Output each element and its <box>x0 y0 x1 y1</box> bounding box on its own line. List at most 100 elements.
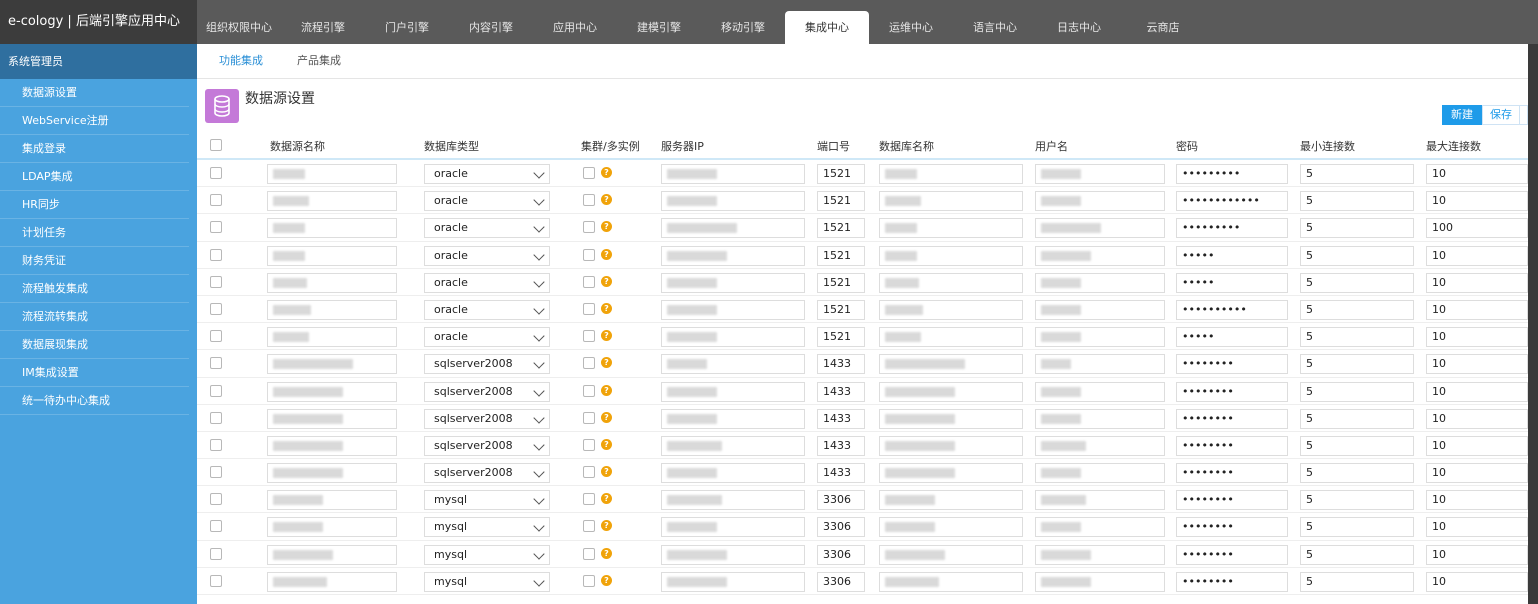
password-field[interactable]: •••••••••• <box>1176 299 1288 320</box>
ip-field[interactable] <box>661 327 805 348</box>
ip-field[interactable] <box>661 299 805 320</box>
max-conn-field[interactable]: 100 <box>1426 218 1528 239</box>
port-field[interactable]: 1433 <box>817 354 865 375</box>
port-field[interactable]: 1433 <box>817 381 865 402</box>
top-tab[interactable]: 建模引擎 <box>617 0 701 44</box>
row-checkbox[interactable] <box>210 167 222 179</box>
db-type-select[interactable]: mysql <box>424 544 550 565</box>
top-tab[interactable]: 集成中心 <box>785 11 869 44</box>
port-field[interactable]: 1521 <box>817 245 865 266</box>
db-name-field[interactable] <box>879 191 1023 212</box>
help-icon[interactable]: ? <box>601 493 612 505</box>
max-conn-field[interactable]: 10 <box>1426 517 1528 538</box>
db-name-field[interactable] <box>879 490 1023 511</box>
db-name-field[interactable] <box>879 408 1023 429</box>
max-conn-field[interactable]: 10 <box>1426 191 1528 212</box>
password-field[interactable]: ••••••••• <box>1176 218 1288 239</box>
sidebar-item[interactable]: 集成登录 <box>0 135 189 163</box>
max-conn-field[interactable]: 10 <box>1426 381 1528 402</box>
save-button[interactable]: 保存 <box>1482 105 1520 125</box>
password-field[interactable]: •••••••• <box>1176 408 1288 429</box>
name-field[interactable] <box>267 463 397 484</box>
user-field[interactable] <box>1035 408 1165 429</box>
db-name-field[interactable] <box>879 571 1023 592</box>
more-button[interactable] <box>1520 105 1528 125</box>
db-type-select[interactable]: mysql <box>424 571 550 592</box>
help-icon[interactable]: ? <box>601 574 612 586</box>
name-field[interactable] <box>267 354 397 375</box>
port-field[interactable]: 1521 <box>817 164 865 184</box>
min-conn-field[interactable]: 5 <box>1300 354 1414 375</box>
row-checkbox[interactable] <box>210 302 222 315</box>
name-field[interactable] <box>267 435 397 456</box>
min-conn-field[interactable]: 5 <box>1300 164 1414 184</box>
name-field[interactable] <box>267 544 397 565</box>
cluster-checkbox[interactable] <box>583 194 595 207</box>
user-field[interactable] <box>1035 354 1165 375</box>
help-icon[interactable]: ? <box>601 221 612 233</box>
user-field[interactable] <box>1035 463 1165 484</box>
cluster-checkbox[interactable] <box>583 167 595 179</box>
name-field[interactable] <box>267 408 397 429</box>
help-icon[interactable]: ? <box>601 438 612 450</box>
help-icon[interactable]: ? <box>601 520 612 532</box>
name-field[interactable] <box>267 327 397 348</box>
top-tab[interactable]: 日志中心 <box>1037 0 1121 44</box>
max-conn-field[interactable]: 10 <box>1426 544 1528 565</box>
name-field[interactable] <box>267 490 397 511</box>
db-name-field[interactable] <box>879 218 1023 239</box>
db-name-field[interactable] <box>879 435 1023 456</box>
user-field[interactable] <box>1035 191 1165 212</box>
cluster-checkbox[interactable] <box>583 520 595 533</box>
cluster-checkbox[interactable] <box>583 547 595 560</box>
max-conn-field[interactable]: 10 <box>1426 164 1528 184</box>
ip-field[interactable] <box>661 571 805 592</box>
ip-field[interactable] <box>661 218 805 239</box>
max-conn-field[interactable]: 10 <box>1426 435 1528 456</box>
max-conn-field[interactable]: 10 <box>1426 571 1528 592</box>
db-name-field[interactable] <box>879 299 1023 320</box>
port-field[interactable]: 3306 <box>817 571 865 592</box>
max-conn-field[interactable]: 10 <box>1426 245 1528 266</box>
ip-field[interactable] <box>661 544 805 565</box>
user-field[interactable] <box>1035 299 1165 320</box>
db-type-select[interactable]: sqlserver2008 <box>424 381 550 402</box>
ip-field[interactable] <box>661 272 805 293</box>
row-checkbox[interactable] <box>210 275 222 288</box>
top-tab[interactable]: 流程引擎 <box>281 0 365 44</box>
user-field[interactable] <box>1035 435 1165 456</box>
ip-field[interactable] <box>661 490 805 511</box>
min-conn-field[interactable]: 5 <box>1300 245 1414 266</box>
row-checkbox[interactable] <box>210 411 222 424</box>
user-field[interactable] <box>1035 164 1165 184</box>
db-type-select[interactable]: oracle <box>424 299 550 320</box>
port-field[interactable]: 1433 <box>817 408 865 429</box>
ip-field[interactable] <box>661 408 805 429</box>
ip-field[interactable] <box>661 354 805 375</box>
db-name-field[interactable] <box>879 164 1023 184</box>
select-all-checkbox[interactable] <box>210 139 222 151</box>
password-field[interactable]: •••••••• <box>1176 354 1288 375</box>
user-field[interactable] <box>1035 517 1165 538</box>
db-name-field[interactable] <box>879 544 1023 565</box>
ip-field[interactable] <box>661 381 805 402</box>
user-field[interactable] <box>1035 218 1165 239</box>
port-field[interactable]: 1433 <box>817 435 865 456</box>
max-conn-field[interactable]: 10 <box>1426 272 1528 293</box>
cluster-checkbox[interactable] <box>583 466 595 479</box>
cluster-checkbox[interactable] <box>583 493 595 506</box>
sidebar-item[interactable]: 财务凭证 <box>0 247 189 275</box>
db-type-select[interactable]: mysql <box>424 517 550 538</box>
help-icon[interactable]: ? <box>601 194 612 206</box>
password-field[interactable]: ••••••••• <box>1176 164 1288 184</box>
max-conn-field[interactable]: 10 <box>1426 408 1528 429</box>
sidebar-item[interactable]: WebService注册 <box>0 107 189 135</box>
row-checkbox[interactable] <box>210 221 222 234</box>
user-field[interactable] <box>1035 245 1165 266</box>
sidebar-item[interactable]: 流程触发集成 <box>0 275 189 303</box>
password-field[interactable]: •••••••• <box>1176 571 1288 592</box>
min-conn-field[interactable]: 5 <box>1300 381 1414 402</box>
sidebar-item[interactable]: LDAP集成 <box>0 163 189 191</box>
db-type-select[interactable]: oracle <box>424 272 550 293</box>
min-conn-field[interactable]: 5 <box>1300 272 1414 293</box>
